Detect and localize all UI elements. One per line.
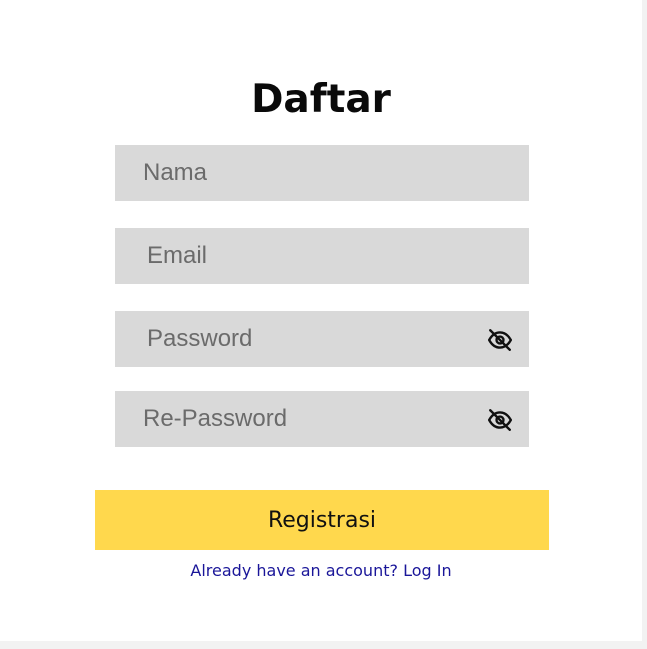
email-input[interactable] <box>115 228 529 284</box>
repassword-input[interactable] <box>115 391 529 447</box>
page-title: Daftar <box>251 77 391 122</box>
login-prompt: Already have an account? Log In <box>0 560 642 582</box>
password-input[interactable] <box>115 311 529 367</box>
eye-off-icon[interactable] <box>487 407 513 433</box>
email-field[interactable] <box>115 228 529 284</box>
login-link[interactable]: Log In <box>403 561 452 580</box>
repassword-field[interactable] <box>115 391 529 447</box>
page: Daftar Nama Email Registrasi Already hav… <box>0 0 647 649</box>
login-prompt-text: Already have an account? <box>190 561 398 580</box>
register-button[interactable]: Registrasi <box>95 490 549 550</box>
name-input[interactable] <box>115 145 529 201</box>
register-card: Daftar Nama Email Registrasi Already hav… <box>0 0 642 641</box>
password-field[interactable] <box>115 311 529 367</box>
eye-off-icon[interactable] <box>487 327 513 353</box>
name-field[interactable] <box>115 145 529 201</box>
